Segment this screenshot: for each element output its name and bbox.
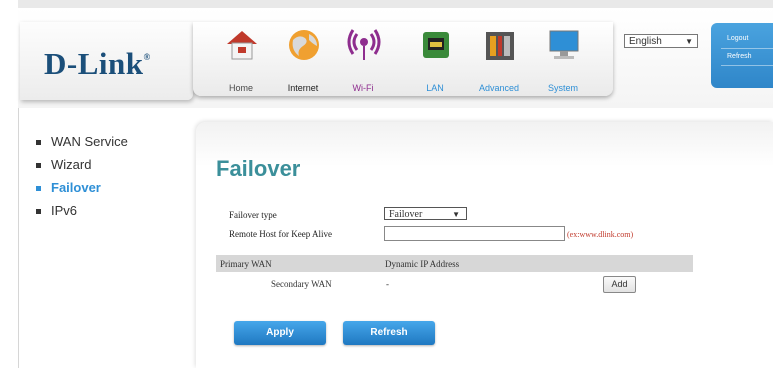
page-title: Failover [216,156,301,181]
globe-icon [289,30,319,60]
bullet-icon [36,209,41,214]
side-divider [721,65,773,66]
wan-table-header: Primary WAN Dynamic IP Address [216,255,693,272]
nav-system[interactable]: System [535,22,591,96]
remote-host-label: Remote Host for Keep Alive [229,229,332,239]
secondary-wan-label: Secondary WAN [271,279,332,289]
logout-link[interactable]: Logout [727,35,748,42]
menu-item-label: WAN Service [51,134,128,149]
home-icon [227,31,257,60]
apply-button[interactable]: Apply [234,321,326,345]
refresh-link[interactable]: Refresh [727,53,752,60]
failover-type-value: Failover [389,209,423,220]
remote-host-input[interactable] [384,226,565,241]
nav-advanced-label: Advanced [478,83,520,93]
chevron-down-icon: ▼ [685,37,693,46]
brand-registered-mark: ® [143,52,151,62]
nav-home-label: Home [228,83,253,93]
language-select-value: English [629,36,662,47]
side-divider [721,48,773,49]
nav-internet[interactable]: Internet [275,22,331,96]
nav-advanced[interactable]: Advanced [471,22,527,96]
lan-icon [423,32,449,58]
nav-system-label: System [547,83,578,93]
side-panel: Logout Refresh [711,23,773,88]
dynamic-ip-header: Dynamic IP Address [385,259,460,269]
language-select[interactable]: English ▼ [624,34,698,48]
menu-item-wan-service[interactable]: WAN Service [36,132,128,155]
monitor-icon [549,30,579,59]
menu-item-ipv6[interactable]: IPv6 [36,201,128,224]
top-bar [18,0,773,8]
menu-item-wizard[interactable]: Wizard [36,155,128,178]
menu-item-failover[interactable]: Failover [36,178,128,201]
nav-internet-label: Internet [287,83,319,93]
left-menu: WAN Service Wizard Failover IPv6 [36,132,128,224]
nav-home[interactable]: Home [213,22,269,96]
nav-wifi[interactable]: Wi-Fi [335,22,391,96]
main-nav: Home Internet Wi-Fi LAN Advanced System [193,22,613,96]
menu-item-label: Failover [51,180,101,195]
nav-lan-label: LAN [426,83,444,93]
bullet-icon [36,163,41,168]
failover-type-label: Failover type [229,210,277,220]
chevron-down-icon: ▼ [452,210,460,219]
brand-logo: D-Link® [44,46,151,82]
add-button[interactable]: Add [603,276,636,293]
bullet-icon [36,186,41,191]
bullet-icon [36,140,41,145]
nav-lan[interactable]: LAN [407,22,463,96]
menu-item-label: IPv6 [51,203,78,218]
menu-item-label: Wizard [51,157,92,172]
primary-wan-header: Primary WAN [220,259,272,269]
nav-wifi-label: Wi-Fi [352,83,374,93]
refresh-button[interactable]: Refresh [343,321,435,345]
remote-host-hint: (ex:www.dlink.com) [567,230,634,239]
failover-type-select[interactable]: Failover ▼ [384,207,467,220]
secondary-wan-value: - [386,279,389,289]
wifi-icon [347,29,381,60]
tools-icon [486,32,514,60]
brand-logo-text: D-Link [44,46,144,81]
